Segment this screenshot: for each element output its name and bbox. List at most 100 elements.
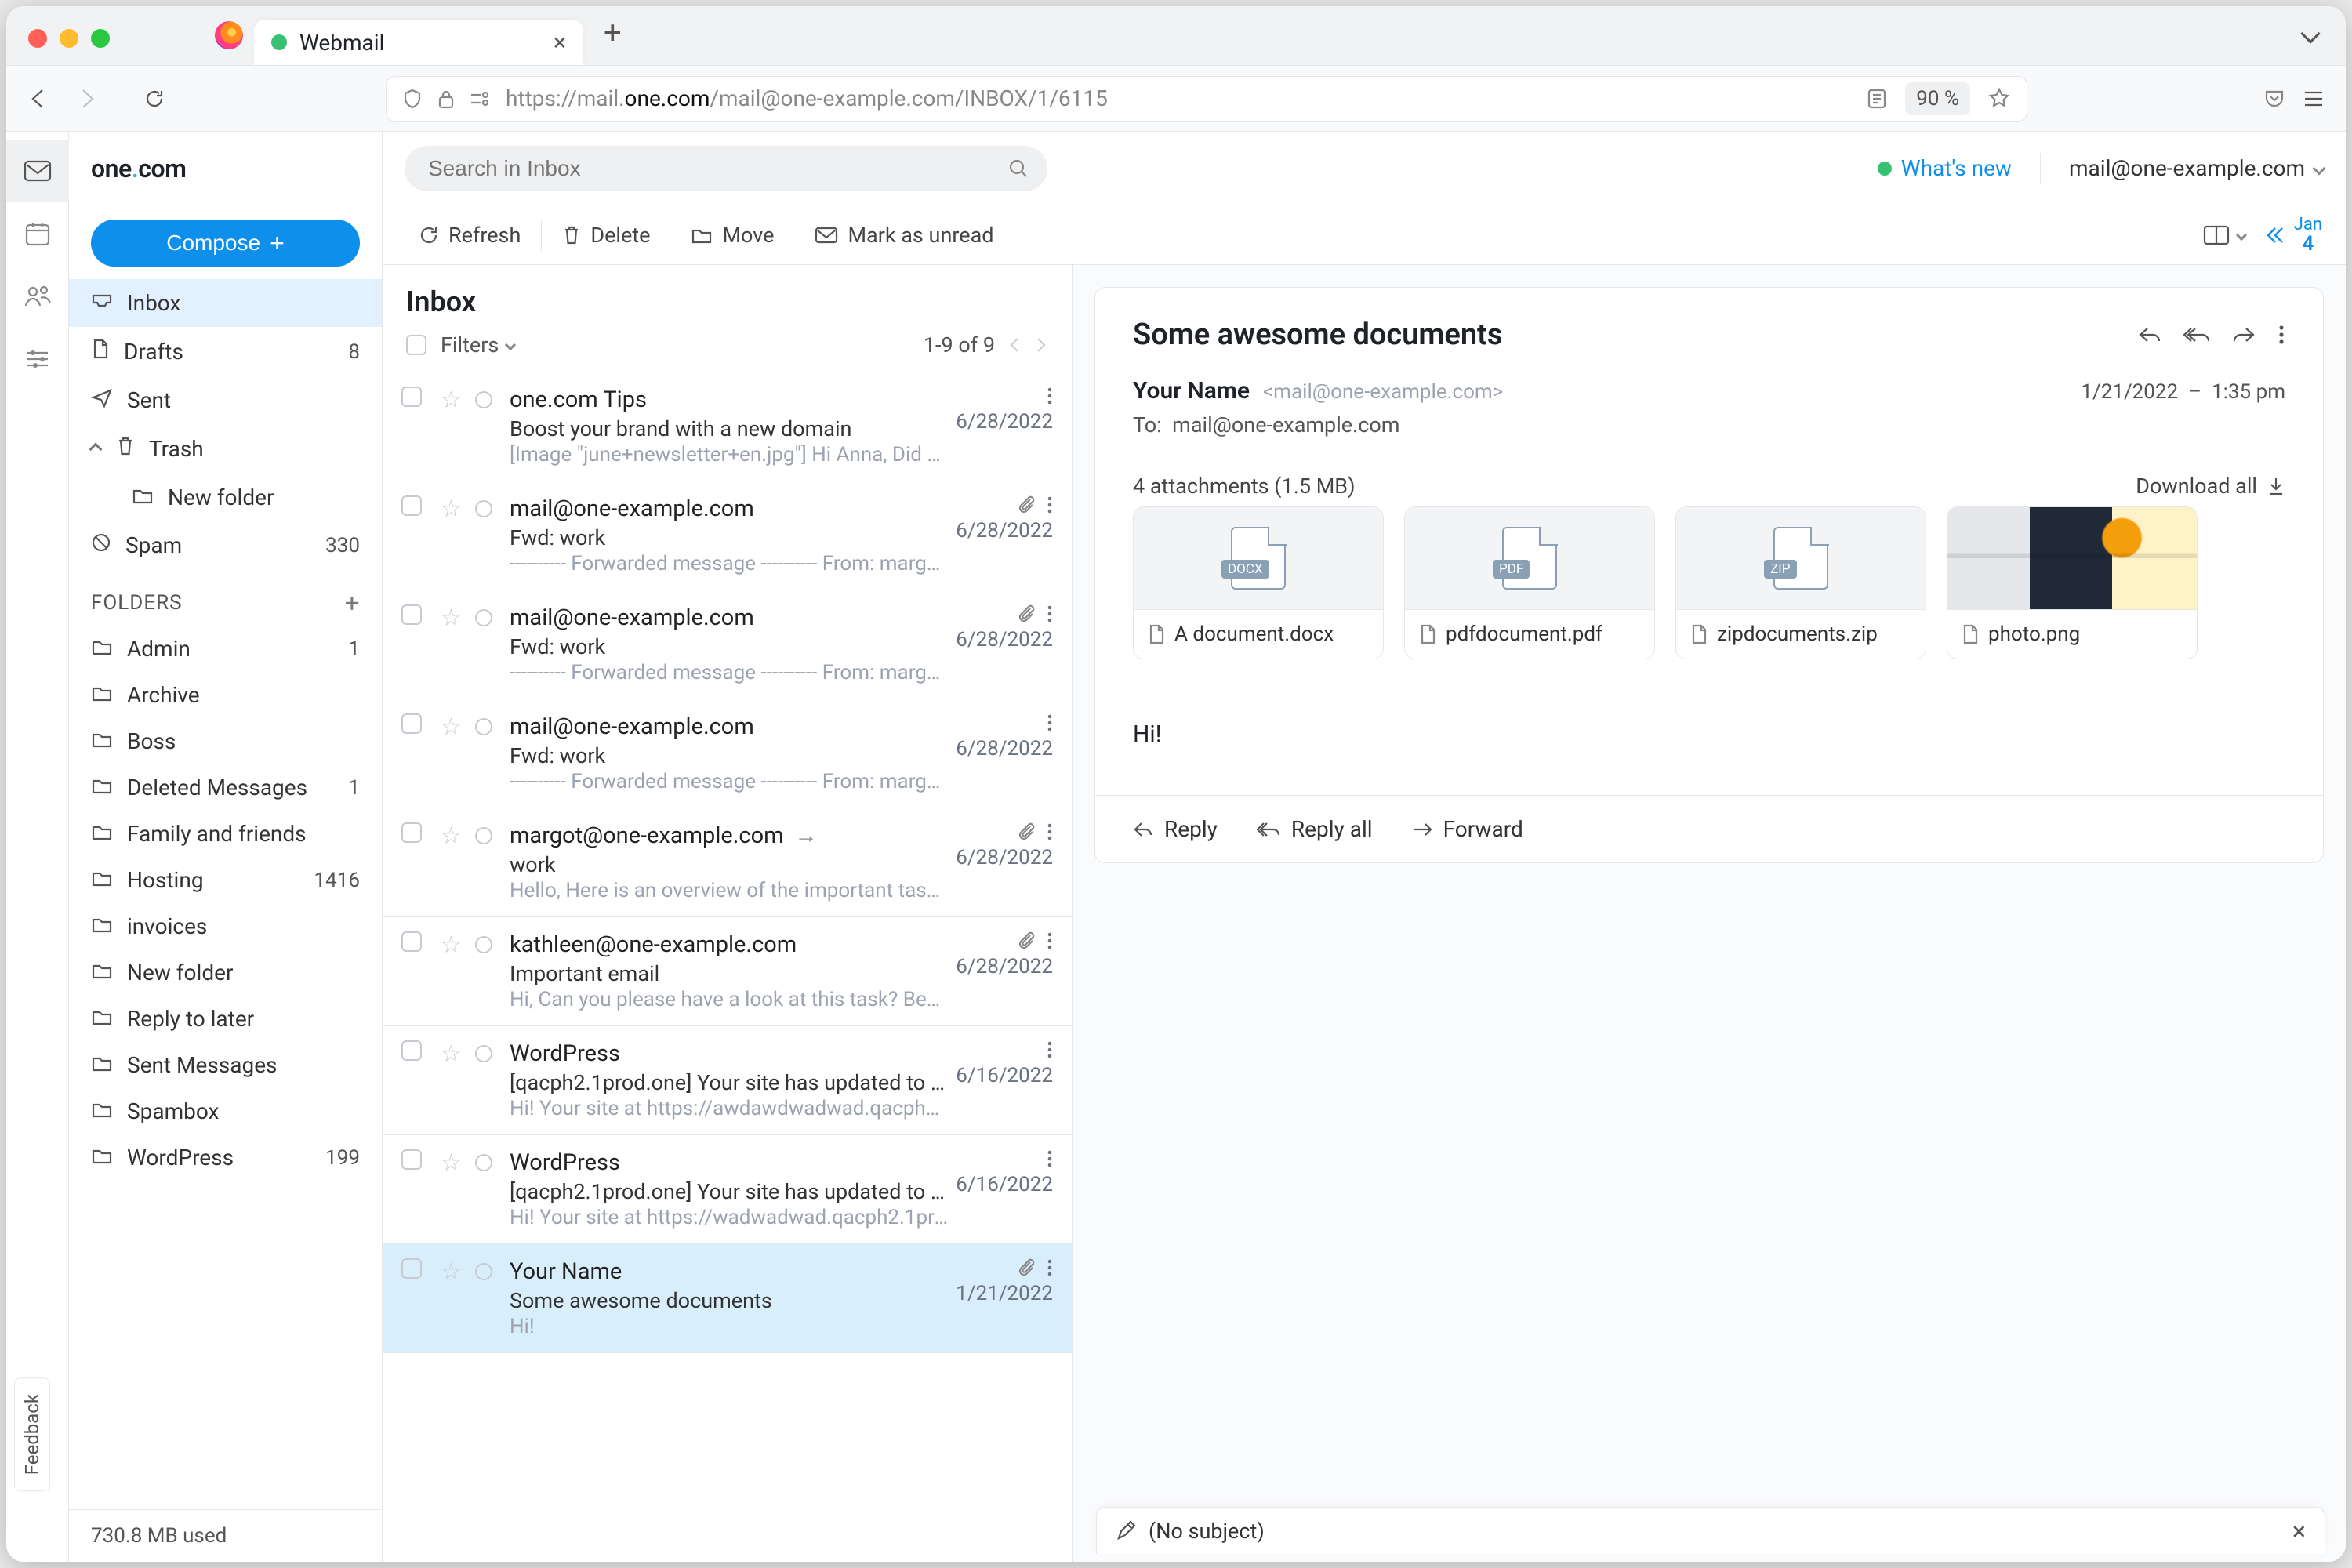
window-minimize-dot[interactable] [60,29,78,48]
message-row[interactable]: ☆one.com TipsBoost your brand with a new… [383,372,1072,481]
nav-inbox[interactable]: Inbox [69,279,382,327]
folder-deleted-messages[interactable]: Deleted Messages1 [69,764,382,811]
compose-button[interactable]: Compose+ [91,220,360,267]
nav-trash[interactable]: Trash [69,424,382,474]
url-field[interactable]: https://mail.one.com/mail@one-example.co… [386,76,2027,122]
row-more-icon[interactable] [1047,1149,1053,1168]
message-row[interactable]: ☆margot@one-example.com→workHello, Here … [383,808,1072,917]
star-icon[interactable]: ☆ [441,713,467,741]
star-icon[interactable]: ☆ [441,1040,467,1068]
row-checkbox[interactable] [401,931,422,952]
folder-hosting[interactable]: Hosting1416 [69,857,382,903]
message-row[interactable]: ☆WordPress[qacph2.1prod.one] Your site h… [383,1135,1072,1244]
message-row[interactable]: ☆mail@one-example.comFwd: work----------… [383,590,1072,699]
rail-contacts[interactable] [6,265,69,328]
folder-admin[interactable]: Admin1 [69,626,382,672]
nav-spam[interactable]: Spam330 [69,521,382,569]
reply-button[interactable]: Reply [1133,816,1218,842]
nav-sent[interactable]: Sent [69,376,382,424]
filters-button[interactable]: Filters [441,332,514,358]
read-status-icon[interactable] [475,1154,492,1171]
account-menu[interactable]: mail@one-example.com [2069,155,2324,181]
message-row[interactable]: ☆kathleen@one-example.comImportant email… [383,917,1072,1026]
search-input[interactable] [405,146,1047,191]
tabs-overflow-icon[interactable] [2300,24,2320,43]
delete-button[interactable]: Delete [542,205,670,264]
forward-icon[interactable] [2232,325,2256,345]
prev-page-icon[interactable] [1007,336,1022,354]
row-more-icon[interactable] [1047,387,1053,405]
row-checkbox[interactable] [401,1040,422,1061]
row-more-icon[interactable] [1047,822,1053,841]
rail-settings[interactable] [6,328,69,390]
message-row[interactable]: ☆Your NameSome awesome documentsHi!1/21/… [383,1244,1072,1353]
mark-unread-button[interactable]: Mark as unread [794,205,1014,264]
whats-new-link[interactable]: What's new [1878,155,2012,181]
read-status-icon[interactable] [475,1045,492,1062]
feedback-tab[interactable]: Feedback [14,1377,50,1491]
row-checkbox[interactable] [401,1258,422,1279]
row-checkbox[interactable] [401,1149,422,1170]
window-maximize-dot[interactable] [91,29,110,48]
star-icon[interactable]: ☆ [441,1258,467,1286]
refresh-button[interactable]: Refresh [398,205,541,264]
attachment-card[interactable]: DOCXA document.docx [1133,506,1384,659]
browser-tab[interactable]: Webmail × [254,20,583,65]
message-row[interactable]: ☆mail@one-example.comFwd: work----------… [383,481,1072,590]
row-more-icon[interactable] [1047,1258,1053,1277]
folder-boss[interactable]: Boss [69,718,382,764]
row-checkbox[interactable] [401,822,422,843]
row-checkbox[interactable] [401,713,422,734]
message-row[interactable]: ☆mail@one-example.comFwd: work----------… [383,699,1072,808]
folder-archive[interactable]: Archive [69,672,382,718]
nav-new-folder[interactable]: New folder [69,474,382,521]
attachment-card[interactable]: photo.png [1947,506,2198,659]
read-status-icon[interactable] [475,1263,492,1280]
read-status-icon[interactable] [475,936,492,953]
read-status-icon[interactable] [475,718,492,735]
row-more-icon[interactable] [1047,1040,1053,1059]
reader-mode-icon[interactable] [1866,88,1888,110]
rail-calendar[interactable] [6,202,69,265]
folder-spambox[interactable]: Spambox [69,1088,382,1134]
pocket-icon[interactable] [2263,87,2286,111]
row-more-icon[interactable] [1047,931,1053,950]
row-more-icon[interactable] [1047,713,1053,732]
zoom-level[interactable]: 90 % [1905,82,1970,115]
read-status-icon[interactable] [475,391,492,408]
message-row[interactable]: ☆WordPress[qacph2.1prod.one] Your site h… [383,1026,1072,1135]
read-status-icon[interactable] [475,609,492,626]
star-icon[interactable]: ☆ [441,604,467,632]
back-icon[interactable] [27,87,50,111]
window-close-dot[interactable] [28,29,47,48]
rail-mail[interactable] [6,140,69,202]
new-tab-button[interactable]: + [594,14,622,65]
star-icon[interactable]: ☆ [441,1149,467,1177]
row-checkbox[interactable] [401,604,422,625]
layout-toggle[interactable] [2203,224,2245,246]
forward-button[interactable]: Forward [1412,816,1523,842]
folder-new-folder[interactable]: New folder [69,949,382,996]
more-icon[interactable] [2278,325,2285,345]
reply-all-button[interactable]: Reply all [1257,816,1373,842]
star-icon[interactable]: ☆ [441,931,467,959]
row-more-icon[interactable] [1047,604,1053,623]
folder-wordpress[interactable]: WordPress199 [69,1134,382,1181]
hamburger-icon[interactable] [2302,89,2325,109]
download-all-button[interactable]: Download all [2136,474,2285,499]
read-status-icon[interactable] [475,500,492,517]
next-page-icon[interactable] [1034,336,1048,354]
tab-close-icon[interactable]: × [554,29,566,56]
attachment-card[interactable]: PDFpdfdocument.pdf [1404,506,1655,659]
reply-icon[interactable] [2138,325,2161,345]
bookmark-star-icon[interactable] [1987,87,2011,111]
star-icon[interactable]: ☆ [441,387,467,414]
reload-icon[interactable] [143,87,166,111]
draft-close-icon[interactable]: × [2292,1516,2306,1546]
read-status-icon[interactable] [475,827,492,844]
row-checkbox[interactable] [401,495,422,516]
folder-family-and-friends[interactable]: Family and friends [69,811,382,857]
star-icon[interactable]: ☆ [441,495,467,523]
move-button[interactable]: Move [670,205,794,264]
row-checkbox[interactable] [401,387,422,407]
